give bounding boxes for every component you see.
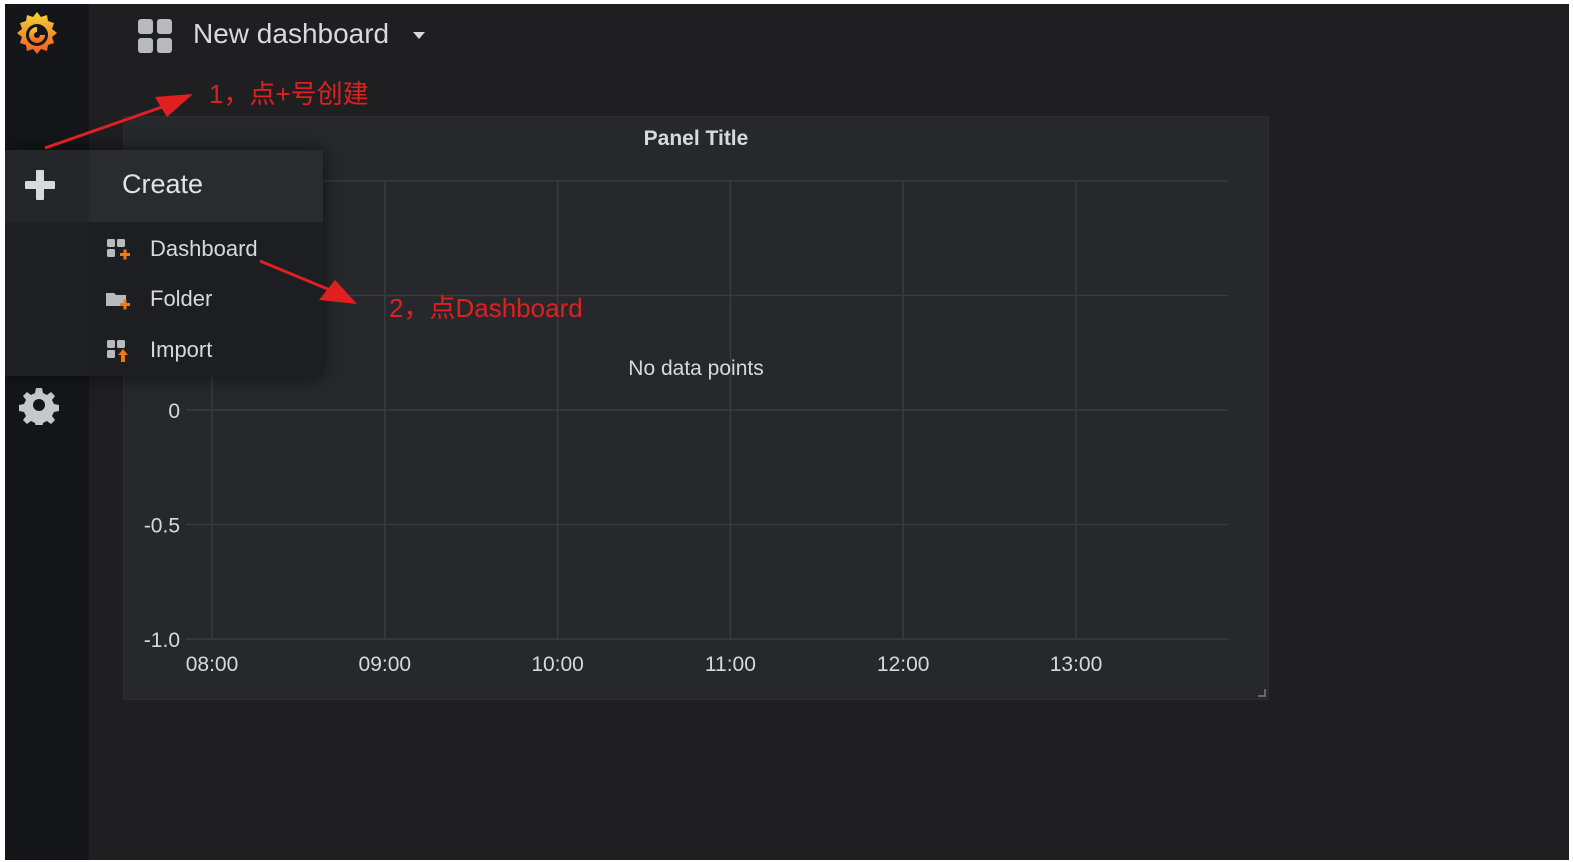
grafana-window: New dashboard Panel Title 08:00 09:00 10:0… [5, 4, 1569, 860]
create-menu-title: Create [122, 169, 204, 199]
chevron-down-icon[interactable] [413, 32, 425, 39]
configuration-gear-icon[interactable] [19, 385, 59, 425]
x-tick-label: 11:00 [705, 653, 756, 676]
plus-icon[interactable] [5, 150, 89, 222]
create-menu-header[interactable]: Create [5, 150, 323, 222]
x-tick-label: 08:00 [186, 653, 239, 676]
panel-resize-handle[interactable] [1258, 689, 1266, 697]
dashboard-title[interactable]: New dashboard [193, 14, 389, 54]
create-menu: Create Dashboard Folder Import [5, 150, 323, 376]
x-tick-label: 13:00 [1050, 653, 1103, 676]
dashboard-add-icon [105, 237, 131, 261]
y-tick-label: 0 [168, 400, 180, 423]
x-tick-label: 10:00 [531, 653, 584, 676]
menu-item-folder-label: Folder [150, 286, 213, 311]
x-tick-label: 12:00 [877, 653, 930, 676]
dashboard-grid-icon[interactable] [137, 18, 173, 54]
y-tick-label: -1.0 [144, 629, 180, 652]
grafana-logo-icon[interactable] [9, 6, 65, 62]
menu-item-import-label: Import [150, 337, 213, 362]
import-icon [105, 338, 131, 362]
annotation-step1: 1，点+号创建 [209, 79, 369, 109]
x-tick-label: 09:00 [359, 653, 412, 676]
side-menu [5, 4, 89, 860]
folder-add-icon [105, 287, 131, 311]
y-tick-label: -0.5 [144, 515, 180, 538]
annotation-step2: 2，点Dashboard [389, 293, 583, 323]
menu-item-dashboard-label: Dashboard [150, 236, 258, 261]
